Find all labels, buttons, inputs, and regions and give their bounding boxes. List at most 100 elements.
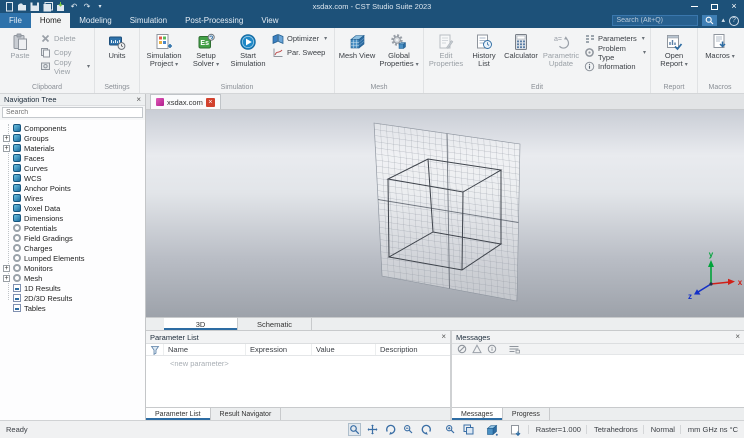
new-file-icon[interactable]	[4, 1, 14, 12]
export-view-icon[interactable]	[510, 423, 523, 436]
tree-item-materials[interactable]: Materials	[0, 143, 145, 153]
pick-point-icon[interactable]	[347, 423, 361, 436]
viewport-3d[interactable]: y x z	[146, 110, 744, 317]
column-header[interactable]: Value	[312, 344, 376, 355]
parametric-update-button[interactable]: a= Parametric Update	[540, 29, 582, 84]
tree-item-faces[interactable]: Faces	[0, 153, 145, 163]
menu-tab-file[interactable]: File	[0, 13, 31, 28]
menu-tab-home[interactable]: Home	[30, 13, 71, 28]
column-header[interactable]: Description	[376, 344, 450, 355]
problem-type-button[interactable]: Problem Type	[582, 44, 648, 62]
tree-item-mesh[interactable]: Mesh	[0, 273, 145, 283]
pan-icon[interactable]	[366, 423, 379, 436]
tree-item-monitors[interactable]: Monitors	[0, 263, 145, 273]
help-icon[interactable]: ?	[729, 15, 739, 26]
tree-item-lumped-elements[interactable]: Lumped Elements	[0, 253, 145, 263]
view-tab-3d[interactable]: 3D	[164, 318, 238, 330]
start-simulation-button[interactable]: Start Simulation	[226, 29, 270, 84]
tree-item-2d-3d-results[interactable]: 2D/3D Results	[0, 293, 145, 303]
copy-view-button[interactable]: Copy View	[38, 58, 92, 76]
tree-item-tables[interactable]: Tables	[0, 303, 145, 313]
document-tab-close-icon[interactable]: ×	[205, 97, 215, 107]
delete-button[interactable]: Delete	[38, 32, 92, 45]
panel-tab-parameter-list[interactable]: Parameter List	[146, 408, 211, 420]
zoom-dynamic-icon[interactable]	[402, 423, 415, 436]
spin-view-icon[interactable]	[420, 423, 433, 436]
tree-item-wires[interactable]: Wires	[0, 193, 145, 203]
tree-item-voxel-data[interactable]: Voxel Data	[0, 203, 145, 213]
tree-item-components[interactable]: Components	[0, 123, 145, 133]
zoom-in-icon[interactable]	[444, 423, 457, 436]
column-header[interactable]: Name	[164, 344, 246, 355]
document-tab[interactable]: xsdax.com ×	[150, 94, 221, 109]
menu-tab-post-processing[interactable]: Post-Processing	[176, 13, 252, 28]
import-icon[interactable]	[56, 1, 66, 12]
expand-icon[interactable]	[3, 274, 10, 282]
menu-tab-view[interactable]: View	[252, 13, 287, 28]
status-accuracy[interactable]: Normal	[642, 425, 675, 434]
info-filter-icon[interactable]	[487, 344, 497, 354]
errors-filter-icon[interactable]	[457, 344, 467, 354]
global-properties-button[interactable]: Global Properties	[377, 29, 421, 84]
undo-icon[interactable]: ↶	[69, 2, 79, 12]
redo-icon[interactable]: ↷	[82, 2, 92, 12]
par-sweep-button[interactable]: Par. Sweep	[270, 46, 332, 59]
calculator-button[interactable]: Calculator	[502, 29, 540, 84]
panel-tab-progress[interactable]: Progress	[503, 408, 550, 420]
open-file-icon[interactable]	[17, 2, 27, 12]
new-parameter-row[interactable]: <new parameter>	[146, 356, 450, 407]
macros-button[interactable]: Macros	[700, 29, 740, 84]
expand-icon[interactable]	[3, 264, 10, 272]
collapse-ribbon-icon[interactable]: ▴	[721, 17, 725, 24]
search-box[interactable]	[612, 15, 699, 26]
units-button[interactable]: Units	[97, 29, 137, 84]
messages-close-icon[interactable]: ×	[735, 333, 740, 341]
filter-icon[interactable]	[146, 344, 164, 355]
tree-item-1d-results[interactable]: 1D Results	[0, 283, 145, 293]
simulation-project-button[interactable]: Simulation Project	[142, 29, 186, 84]
save-all-icon[interactable]	[43, 1, 53, 12]
message-options-icon[interactable]	[508, 344, 520, 354]
search-input[interactable]	[613, 17, 698, 24]
tree-item-curves[interactable]: Curves	[0, 163, 145, 173]
column-header[interactable]: Expression	[246, 344, 312, 355]
save-icon[interactable]	[30, 2, 40, 12]
tree-item-charges[interactable]: Charges	[0, 243, 145, 253]
tree-item-wcs[interactable]: WCS	[0, 173, 145, 183]
customize-toolbar-icon[interactable]: ▾	[95, 2, 105, 12]
status-units[interactable]: mm GHz ns °C	[679, 425, 738, 434]
edit-properties-button[interactable]: Edit Properties	[426, 29, 466, 84]
panel-tab-result-navigator[interactable]: Result Navigator	[211, 408, 282, 420]
bounding-box-icon[interactable]	[486, 423, 499, 436]
parameter-list-close-icon[interactable]: ×	[441, 333, 446, 341]
optimizer-button[interactable]: Optimizer	[270, 32, 332, 45]
tree-item-anchor-points[interactable]: Anchor Points	[0, 183, 145, 193]
fit-view-icon[interactable]	[462, 423, 475, 436]
expand-icon[interactable]	[3, 134, 10, 142]
expand-icon[interactable]	[3, 144, 10, 152]
warnings-filter-icon[interactable]	[472, 344, 482, 354]
navigation-tree-close-icon[interactable]: ×	[136, 95, 141, 104]
tree-item-groups[interactable]: Groups	[0, 133, 145, 143]
setup-solver-button[interactable]: Es Setup Solver	[186, 29, 226, 84]
view-tab-schematic[interactable]: Schematic	[238, 318, 312, 330]
tree-search-input[interactable]	[3, 109, 142, 116]
menu-tab-modeling[interactable]: Modeling	[70, 13, 120, 28]
paste-button[interactable]: Paste	[2, 29, 38, 84]
menu-tab-simulation[interactable]: Simulation	[121, 13, 176, 28]
mesh-view-button[interactable]: Mesh View	[337, 29, 377, 84]
panel-tab-messages[interactable]: Messages	[452, 408, 503, 420]
rotate-view-icon[interactable]	[384, 423, 397, 436]
open-report-button[interactable]: Open Report	[653, 29, 695, 84]
tree-search-box[interactable]	[2, 107, 143, 118]
minimize-button[interactable]	[684, 0, 704, 13]
tree-item-potentials[interactable]: Potentials	[0, 223, 145, 233]
information-button[interactable]: Information	[582, 60, 648, 73]
search-icon[interactable]	[702, 15, 718, 26]
tree-item-dimensions[interactable]: Dimensions	[0, 213, 145, 223]
close-button[interactable]: ×	[724, 0, 744, 13]
maximize-button[interactable]	[704, 0, 724, 13]
status-mesh-type[interactable]: Tetrahedrons	[585, 425, 638, 434]
history-list-button[interactable]: History List	[466, 29, 502, 84]
tree-item-field-gradings[interactable]: Field Gradings	[0, 233, 145, 243]
